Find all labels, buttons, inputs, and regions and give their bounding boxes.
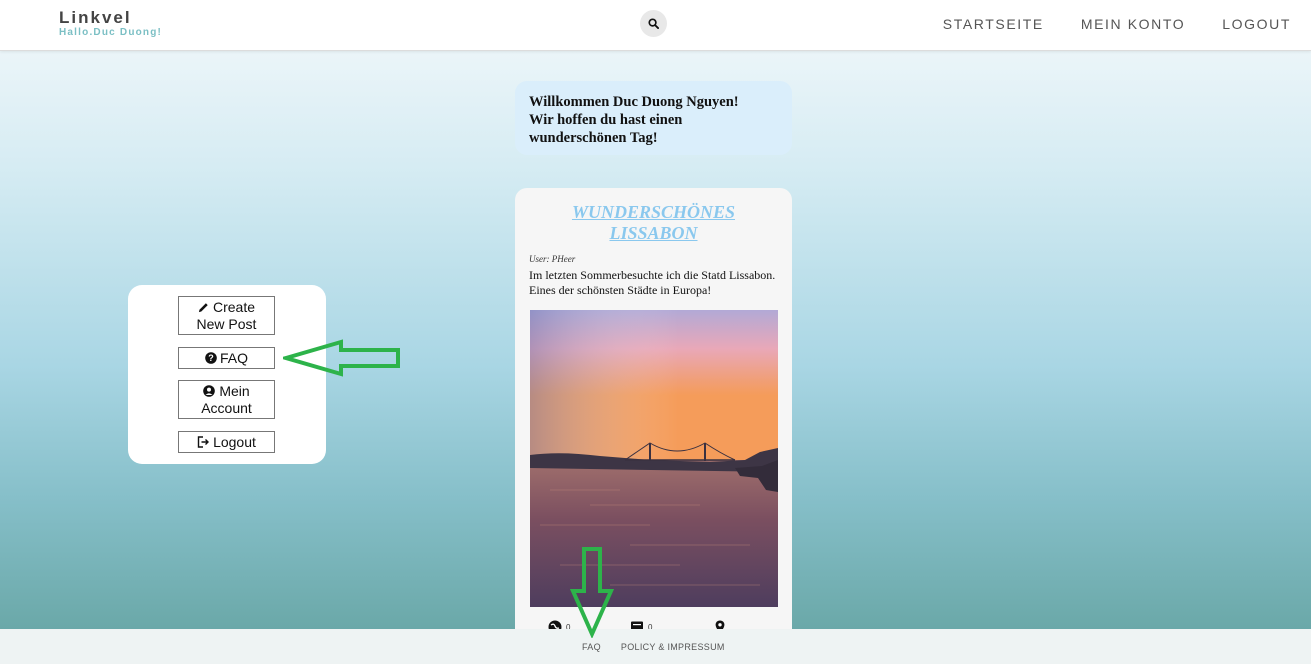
nav-mein-konto[interactable]: MEIN KONTO <box>1081 16 1185 32</box>
post-photo <box>530 310 778 607</box>
welcome-line-3: wunderschönen Tag! <box>529 130 658 146</box>
footer-policy-link[interactable]: POLICY & IMPRESSUM <box>621 642 725 652</box>
mein-account-label-1: Mein <box>219 382 250 399</box>
post-card: WUNDERSCHÖNES LISSABON User: PHeer Im le… <box>515 188 792 650</box>
footer-links: FAQ POLICY & IMPRESSUM <box>582 642 725 652</box>
faq-button[interactable]: ? FAQ <box>178 347 275 369</box>
post-title-line-2: LISSABON <box>609 223 698 243</box>
side-logout-button[interactable]: Logout <box>178 431 275 453</box>
search-button[interactable] <box>640 10 667 37</box>
post-title[interactable]: WUNDERSCHÖNES LISSABON <box>515 202 792 244</box>
mein-account-label-2: Account <box>201 399 252 416</box>
welcome-line-2: Wir hoffen du hast einen <box>529 112 683 128</box>
user-circle-icon <box>203 385 216 397</box>
svg-text:?: ? <box>208 353 214 363</box>
welcome-line-1: Willkommen Duc Duong Nguyen! <box>529 94 739 110</box>
footer: FAQ POLICY & IMPRESSUM <box>0 629 1311 664</box>
create-post-label-1: Create <box>212 298 256 315</box>
user-greeting: Hallo.Duc Duong! <box>59 27 163 38</box>
top-navbar: Linkvel Hallo.Duc Duong! STARTSEITE MEIN… <box>0 0 1311 51</box>
post-title-line-1: WUNDERSCHÖNES <box>571 202 736 222</box>
faq-label: FAQ <box>219 349 248 366</box>
nav-logout[interactable]: LOGOUT <box>1222 16 1291 32</box>
mein-account-button[interactable]: Mein Account <box>178 380 275 419</box>
logout-icon <box>197 436 210 448</box>
post-body: Im letzten Sommerbesuchte ich die Statd … <box>529 268 776 297</box>
create-post-label-2: New Post <box>196 315 257 332</box>
footer-faq-link[interactable]: FAQ <box>582 642 601 652</box>
main-nav: STARTSEITE MEIN KONTO LOGOUT <box>943 16 1291 32</box>
nav-startseite[interactable]: STARTSEITE <box>943 16 1044 32</box>
pencil-icon <box>198 302 208 312</box>
post-author: User: PHeer <box>529 254 576 264</box>
side-logout-label: Logout <box>213 433 256 450</box>
brand-title: Linkvel <box>59 8 132 27</box>
welcome-message: Willkommen Duc Duong Nguyen! Wir hoffen … <box>515 81 792 155</box>
annotation-arrow-left-icon <box>283 339 400 377</box>
annotation-arrow-down-icon <box>569 547 615 638</box>
create-post-button[interactable]: Create New Post <box>178 296 275 335</box>
search-icon <box>648 18 659 29</box>
brand[interactable]: Linkvel Hallo.Duc Duong! <box>59 9 162 39</box>
question-circle-icon: ? <box>205 352 217 364</box>
